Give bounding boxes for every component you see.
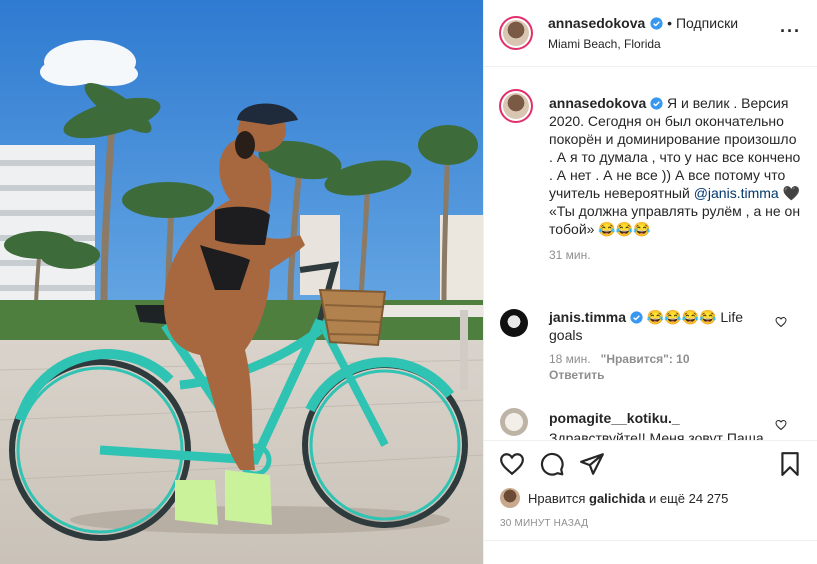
caption-username[interactable]: annasedokova (549, 95, 646, 111)
comment-username[interactable]: pomagite__kotiku._ (549, 410, 680, 426)
following-button[interactable]: Подписки (676, 15, 738, 31)
comment-avatar[interactable] (500, 309, 528, 337)
comment-icon[interactable] (539, 451, 565, 477)
comment-text: pomagite__kotiku._ (549, 409, 777, 427)
action-bar (484, 440, 817, 489)
building (0, 145, 95, 305)
caption-avatar[interactable] (499, 89, 533, 123)
post-sidebar: annasedokova • Подписки Miami Beach, Flo… (483, 0, 817, 564)
bookmark-icon[interactable] (777, 451, 803, 477)
comment-likes[interactable]: "Нравится": 10 (601, 352, 690, 366)
comment-like-heart-icon[interactable] (775, 316, 787, 328)
reply-button[interactable]: Ответить (549, 368, 777, 382)
comment-username[interactable]: janis.timma (549, 309, 626, 325)
separator-dot: • (667, 15, 676, 31)
comment-avatar[interactable] (500, 408, 528, 436)
instagram-post: annasedokova • Подписки Miami Beach, Flo… (0, 0, 817, 564)
likes-count[interactable]: и ещё 24 275 (649, 491, 728, 506)
caption-mention[interactable]: @janis.timma (694, 185, 779, 201)
comment-item: janis.timma 😂😂😂😂 Life goals 18 мин. "Нра… (549, 308, 777, 382)
verified-badge-icon (650, 17, 663, 30)
verified-badge-icon (650, 97, 663, 110)
more-options-icon[interactable]: ··· (780, 22, 801, 40)
header-line: annasedokova • Подписки (548, 15, 738, 33)
comment-meta: 18 мин. "Нравится": 10 (549, 352, 777, 366)
caption-text: annasedokova Я и велик . Версия 2020. Се… (549, 94, 801, 238)
comments-area[interactable]: annasedokova Я и велик . Версия 2020. Се… (484, 67, 817, 440)
liker-avatar[interactable] (500, 488, 520, 508)
post-author-username[interactable]: annasedokova (548, 15, 645, 31)
basket (318, 288, 387, 347)
divider (484, 540, 817, 541)
comment-text: janis.timma 😂😂😂😂 Life goals (549, 308, 777, 344)
post-photo[interactable] (0, 0, 483, 564)
heart-icon[interactable] (499, 451, 525, 477)
comment-like-heart-icon[interactable] (775, 419, 787, 431)
likes-prefix: Нравится (528, 490, 586, 506)
comment-body: Здравствуйте!! Меня зовут Паша (549, 430, 764, 440)
verified-badge-icon (630, 311, 643, 324)
photo-illustration (0, 0, 483, 564)
avatar[interactable] (499, 16, 533, 50)
comment-item: pomagite__kotiku._ Здравствуйте!! Меня з… (549, 409, 777, 440)
caption-age[interactable]: 31 мин. (549, 248, 801, 262)
likes-summary: Нравится galichida и ещё 24 275 (500, 488, 728, 508)
liker-username[interactable]: galichida (589, 491, 645, 506)
post-location[interactable]: Miami Beach, Florida (548, 37, 661, 51)
post-timestamp[interactable]: 30 МИНУТ НАЗАД (500, 518, 588, 529)
comment-age[interactable]: 18 мин. (549, 352, 591, 366)
post-header: annasedokova • Подписки Miami Beach, Flo… (484, 0, 817, 67)
caption: annasedokova Я и велик . Версия 2020. Се… (549, 94, 801, 262)
share-icon[interactable] (579, 451, 605, 477)
